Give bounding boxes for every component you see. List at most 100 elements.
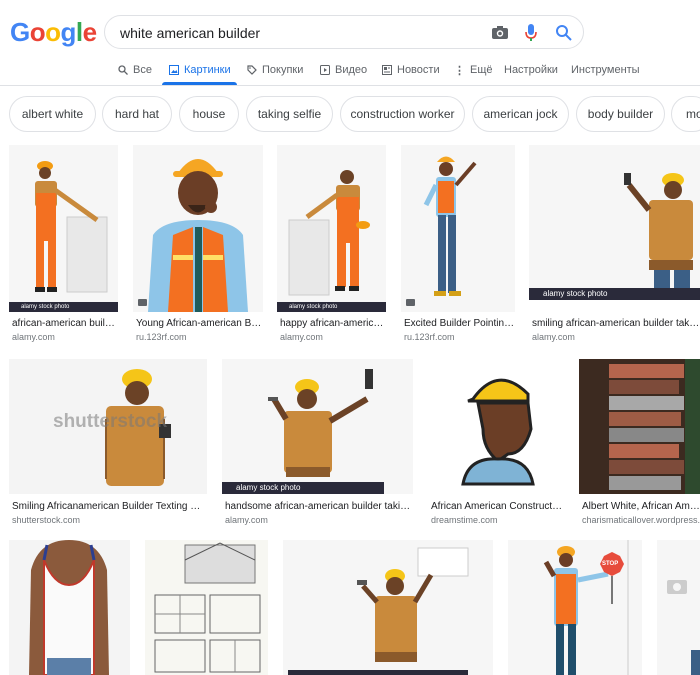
result-thumbnail[interactable]: alamy stock photo xyxy=(529,145,700,300)
tab-images[interactable]: Картинки xyxy=(169,56,231,84)
tab-label: Все xyxy=(133,64,152,76)
tab-all[interactable]: Все xyxy=(118,56,152,84)
image-result[interactable] xyxy=(283,540,493,675)
result-caption[interactable]: Smiling Africanamerican Builder Texting … xyxy=(12,501,207,512)
result-caption[interactable]: Excited Builder Pointing... xyxy=(404,318,515,329)
builder-thumbnail xyxy=(9,145,118,312)
result-thumbnail[interactable]: STOP xyxy=(508,540,642,675)
image-result[interactable]: alamy stock photo african-american build… xyxy=(9,145,118,345)
image-result[interactable]: African American Constructio... dreamsti… xyxy=(428,359,564,529)
result-caption[interactable]: African American Constructio... xyxy=(431,501,564,512)
builder-thumbnail xyxy=(508,540,642,675)
tab-more[interactable]: ⋮ Ещё xyxy=(454,56,493,84)
result-thumbnail[interactable] xyxy=(133,145,263,312)
chip-albert-white[interactable]: albert white xyxy=(9,96,96,132)
image-icon xyxy=(169,65,179,75)
builder-thumbnail xyxy=(657,540,700,675)
tank-top-thumbnail xyxy=(9,540,130,675)
result-thumbnail[interactable] xyxy=(401,145,515,312)
related-searches-chips: albert white hard hat house taking selfi… xyxy=(0,96,700,134)
result-thumbnail[interactable] xyxy=(428,359,564,494)
logo-letter: o xyxy=(29,17,46,47)
result-caption[interactable]: happy african-america... xyxy=(280,318,386,329)
builder-thumbnail xyxy=(222,359,413,494)
result-thumbnail[interactable] xyxy=(145,540,268,675)
result-thumbnail[interactable] xyxy=(657,540,700,675)
chip-more[interactable]: mo xyxy=(671,96,700,132)
google-logo[interactable]: Google xyxy=(10,17,97,48)
chip-body-builder[interactable]: body builder xyxy=(576,96,665,132)
result-source[interactable]: ru.123rf.com xyxy=(404,332,515,342)
alamy-watermark: alamy stock photo xyxy=(529,288,700,300)
builder-thumbnail xyxy=(401,145,515,312)
result-thumbnail[interactable]: alamy stock photo xyxy=(277,145,386,312)
image-result[interactable]: shutterstock Smiling Africanamerican Bui… xyxy=(9,359,207,529)
result-caption[interactable]: african-american build... xyxy=(12,318,118,329)
image-result[interactable]: alamy stock photo happy african-america.… xyxy=(277,145,386,345)
result-caption[interactable]: Young African-american Bu... xyxy=(136,318,263,329)
result-thumbnail[interactable]: alamy stock photo xyxy=(9,145,118,312)
tab-tools[interactable]: Инструменты xyxy=(571,56,640,84)
image-result[interactable]: Albert White, African Americ... charisma… xyxy=(579,359,700,529)
result-source[interactable]: alamy.com xyxy=(532,332,700,342)
chip-taking-selfie[interactable]: taking selfie xyxy=(246,96,333,132)
image-result[interactable]: Excited Builder Pointing... ru.123rf.com xyxy=(401,145,515,345)
builder-thumbnail xyxy=(428,359,564,494)
news-icon xyxy=(382,65,392,75)
chip-construction-worker[interactable]: construction worker xyxy=(340,96,465,132)
camera-icon[interactable] xyxy=(491,25,509,40)
result-source[interactable]: ru.123rf.com xyxy=(136,332,263,342)
more-vert-icon: ⋮ xyxy=(454,64,465,77)
brick-wall-thumbnail xyxy=(579,359,700,494)
tab-label: Новости xyxy=(397,64,440,76)
image-result[interactable] xyxy=(145,540,268,675)
tab-news[interactable]: Новости xyxy=(382,56,440,84)
result-thumbnail[interactable] xyxy=(283,540,493,675)
result-source[interactable]: alamy.com xyxy=(225,515,413,525)
search-icon[interactable] xyxy=(555,24,573,42)
search-input[interactable]: white american builder xyxy=(120,25,480,41)
stop-sign-icon: STOP xyxy=(602,561,619,567)
tab-settings[interactable]: Настройки xyxy=(504,56,558,84)
builder-thumbnail xyxy=(529,145,700,300)
builder-thumbnail xyxy=(133,145,263,312)
search-icon xyxy=(118,65,128,75)
tab-video[interactable]: Видео xyxy=(320,56,367,84)
image-result[interactable]: alamy stock photo handsome african-ameri… xyxy=(222,359,413,529)
result-thumbnail[interactable]: shutterstock xyxy=(9,359,207,494)
search-header: Google white american builder Все Картин… xyxy=(0,0,700,86)
result-source[interactable]: charismaticallover.wordpress.com xyxy=(582,515,700,525)
image-result[interactable]: STOP xyxy=(508,540,642,675)
chip-hard-hat[interactable]: hard hat xyxy=(102,96,172,132)
image-result[interactable]: Young African-american Bu... ru.123rf.co… xyxy=(133,145,263,345)
alamy-watermark: alamy stock photo xyxy=(277,302,386,312)
tab-label: Видео xyxy=(335,64,368,76)
result-source[interactable]: dreamstime.com xyxy=(431,515,564,525)
logo-letter: G xyxy=(10,17,30,47)
result-source[interactable]: alamy.com xyxy=(280,332,386,342)
tag-icon xyxy=(406,299,415,306)
result-thumbnail[interactable] xyxy=(579,359,700,494)
tab-label: Инструменты xyxy=(571,64,640,76)
shutterstock-watermark: shutterstock xyxy=(53,411,168,432)
image-result[interactable]: alamy stock photo smiling african-americ… xyxy=(529,145,700,345)
result-caption[interactable]: handsome african-american builder taking… xyxy=(225,501,413,512)
image-result[interactable] xyxy=(9,540,130,675)
tab-shopping[interactable]: Покупки xyxy=(247,56,303,84)
chip-american-jock[interactable]: american jock xyxy=(472,96,569,132)
result-source[interactable]: alamy.com xyxy=(12,332,118,342)
house-plans-thumbnail xyxy=(145,540,268,675)
logo-letter: l xyxy=(75,17,83,47)
result-caption[interactable]: smiling african-american builder taking … xyxy=(532,318,700,329)
chip-house[interactable]: house xyxy=(179,96,239,132)
result-thumbnail[interactable] xyxy=(9,540,130,675)
microphone-icon[interactable] xyxy=(524,23,538,43)
image-result[interactable] xyxy=(657,540,700,675)
result-thumbnail[interactable]: alamy stock photo xyxy=(222,359,413,494)
search-box[interactable]: white american builder xyxy=(104,15,584,49)
builder-thumbnail xyxy=(283,540,493,675)
logo-letter: e xyxy=(82,17,97,47)
result-source[interactable]: shutterstock.com xyxy=(12,515,207,525)
result-caption[interactable]: Albert White, African Americ... xyxy=(582,501,700,512)
builder-thumbnail xyxy=(277,145,386,312)
